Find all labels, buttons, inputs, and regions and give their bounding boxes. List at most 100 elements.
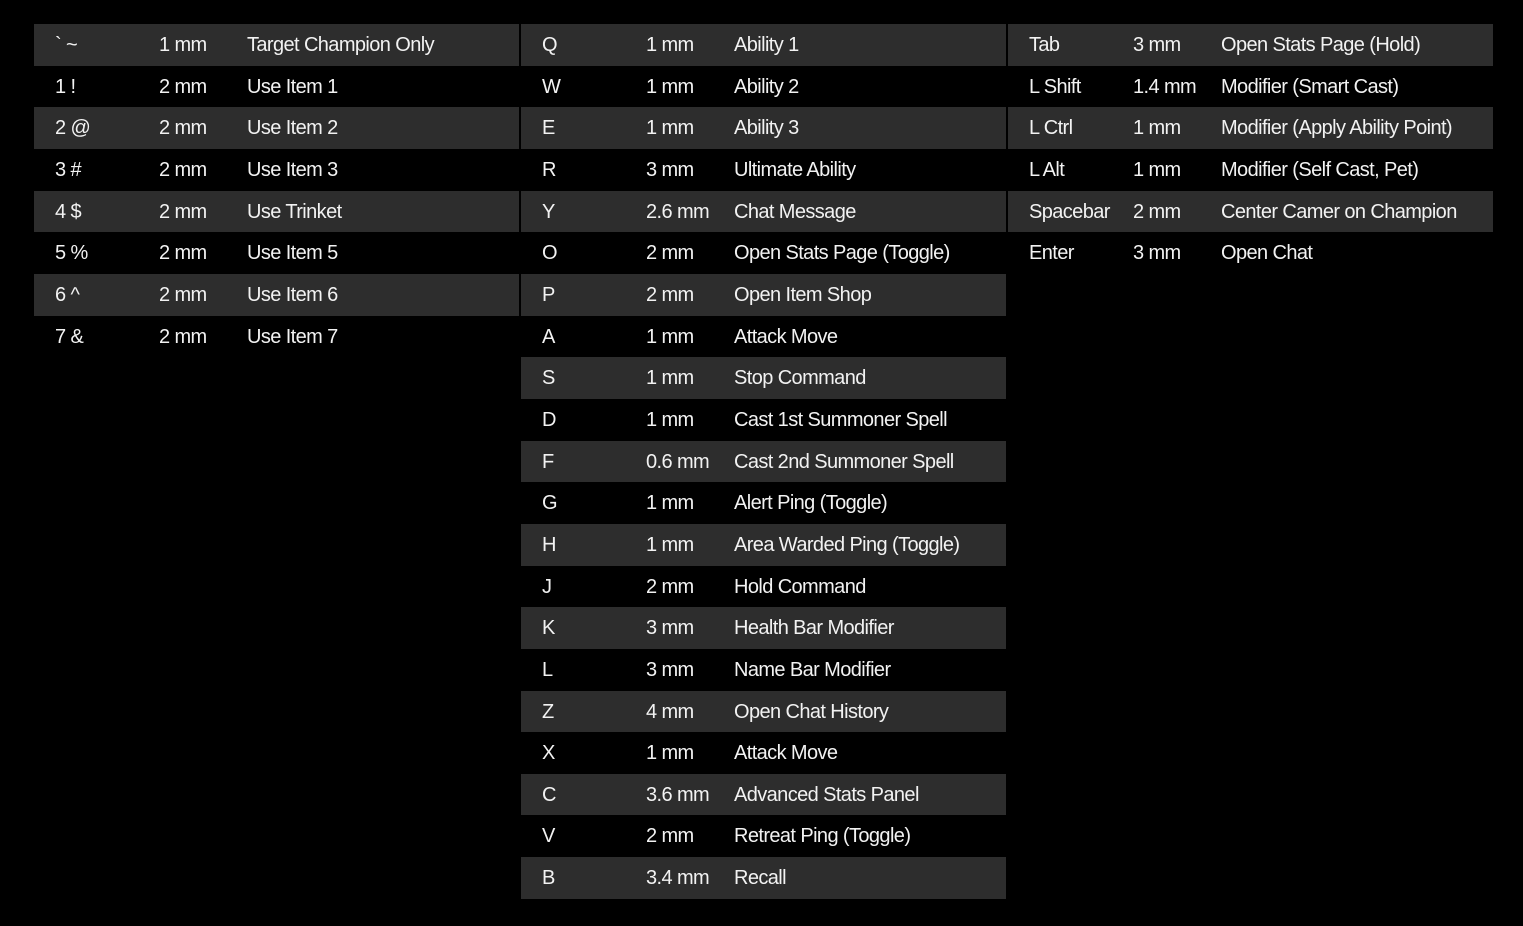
keybind-row: Tab 3 mm Open Stats Page (Hold) [1008,24,1493,66]
key-label: E [542,117,555,140]
action-label: Use Item 2 [247,117,338,140]
travel-distance: 1 mm [646,34,694,56]
action-label: Stop Command [734,367,866,390]
action-label: Target Champion Only [247,34,435,56]
travel-distance: 3.6 mm [646,783,710,806]
key-label: Enter [1029,242,1074,265]
keybind-row: B 3.4 mm Recall [521,857,1006,899]
keybind-row: 7 & 2 mm Use Item 7 [34,316,519,358]
keybind-row: A 1 mm Attack Move [521,316,1006,358]
travel-distance: 2 mm [159,117,207,140]
keybind-row: X 1 mm Attack Move [521,732,1006,774]
travel-distance: 3 mm [646,658,694,681]
action-label: Use Item 5 [247,242,338,265]
action-label: Modifier (Apply Ability Point) [1221,117,1453,140]
keybind-row: 3 # 2 mm Use Item 3 [34,149,519,191]
action-label: Chat Message [734,200,856,223]
key-label: F [542,450,554,473]
action-label: Area Warded Ping (Toggle) [734,533,960,556]
travel-distance: 3 mm [646,617,694,640]
keybind-row: R 3 mm Ultimate Ability [521,149,1006,191]
action-label: Open Stats Page (Toggle) [734,242,950,265]
keybind-row: Y 2.6 mm Chat Message [521,190,1006,233]
key-label: S [542,367,555,390]
keybind-row: L Ctrl 1 mm Modifier (Apply Ability Point) [1008,107,1493,149]
action-label: Retreat Ping (Toggle) [734,825,911,848]
key-label: L Shift [1029,75,1081,98]
action-label: Use Item 3 [247,158,338,181]
key-label: R [542,158,556,181]
key-label: A [542,325,555,348]
keybind-row: P 2 mm Open Item Shop [521,273,1006,316]
travel-distance: 1 mm [159,34,207,56]
keybind-row: O 2 mm Open Stats Page (Toggle) [521,232,1006,274]
key-label: Z [542,700,554,723]
travel-distance: 2 mm [159,242,207,265]
travel-distance: 2 mm [646,575,694,598]
key-label: D [542,408,556,431]
key-label: J [542,575,552,598]
keybind-row: L 3 mm Name Bar Modifier [521,649,1006,691]
keybind-row: 4 $ 2 mm Use Trinket [34,190,519,233]
travel-distance: 1 mm [646,408,694,431]
key-label: L Ctrl [1029,117,1073,140]
travel-distance: 2 mm [159,325,207,348]
travel-distance: 1 mm [646,117,694,140]
keybind-row: 5 % 2 mm Use Item 5 [34,232,519,274]
travel-distance: 2 mm [159,200,207,223]
keybind-row: D 1 mm Cast 1st Summoner Spell [521,399,1006,441]
action-label: Ability 3 [734,117,799,140]
keybind-row: W 1 mm Ability 2 [521,66,1006,108]
travel-distance: 3.4 mm [646,867,710,890]
keybind-row: L Shift 1.4 mm Modifier (Smart Cast) [1008,66,1493,108]
action-label: Use Trinket [247,200,342,223]
keybind-row: K 3 mm Health Bar Modifier [521,607,1006,649]
action-label: Modifier (Self Cast, Pet) [1221,158,1419,181]
keybind-row: E 1 mm Ability 3 [521,107,1006,149]
action-label: Use Item 1 [247,75,338,98]
key-label: G [542,492,558,515]
action-label: Alert Ping (Toggle) [734,492,888,515]
key-label: 7 & [55,325,84,348]
action-label: Name Bar Modifier [734,658,891,681]
keybind-row: Enter 3 mm Open Chat [1008,232,1493,274]
travel-distance: 4 mm [646,700,694,723]
keybind-row: V 2 mm Retreat Ping (Toggle) [521,815,1006,857]
travel-distance: 3 mm [646,158,694,181]
travel-distance: 1 mm [646,367,694,390]
keybind-row: ` ~ 1 mm Target Champion Only [34,24,519,66]
key-label: Tab [1029,34,1060,56]
action-label: Use Item 6 [247,283,338,306]
travel-distance: 2 mm [646,283,694,306]
keybind-column-numbers: ` ~ 1 mm Target Champion Only 1 ! 2 mm Use It… [34,24,519,357]
keybind-row: S 1 mm Stop Command [521,357,1006,399]
key-label: 2 @ [55,117,91,140]
action-label: Cast 1st Summoner Spell [734,408,948,431]
travel-distance: 2.6 mm [646,200,710,223]
action-label: Advanced Stats Panel [734,783,919,806]
keybind-row: F 0.6 mm Cast 2nd Summoner Spell [521,440,1006,483]
key-label: O [542,242,558,265]
keybind-row: J 2 mm Hold Command [521,566,1006,608]
keybind-row: 1 ! 2 mm Use Item 1 [34,66,519,108]
keybind-row: Spacebar 2 mm Center Camer on Champion [1008,190,1493,233]
action-label: Attack Move [734,325,838,348]
key-label: 6 ^ [55,283,80,306]
keybind-row: L Alt 1 mm Modifier (Self Cast, Pet) [1008,149,1493,191]
action-label: Open Chat History [734,700,889,723]
travel-distance: 2 mm [159,75,207,98]
key-label: L Alt [1029,158,1065,181]
keybind-column-letters: Q 1 mm Ability 1 W 1 mm Ability 2 E 1 mm Ability… [521,24,1006,899]
key-label: P [542,283,555,306]
key-label: 1 ! [55,75,76,98]
travel-distance: 1 mm [1133,117,1181,140]
keybind-column-modifiers: Tab 3 mm Open Stats Page (Hold) L Shift 1.4 … [1008,24,1493,274]
travel-distance: 2 mm [646,242,694,265]
action-label: Open Item Shop [734,283,872,306]
travel-distance: 1 mm [1133,158,1181,181]
travel-distance: 2 mm [1133,200,1181,223]
action-label: Ultimate Ability [734,158,856,181]
travel-distance: 1 mm [646,742,694,765]
key-label: W [542,75,561,98]
keybind-row: H 1 mm Area Warded Ping (Toggle) [521,523,1006,566]
